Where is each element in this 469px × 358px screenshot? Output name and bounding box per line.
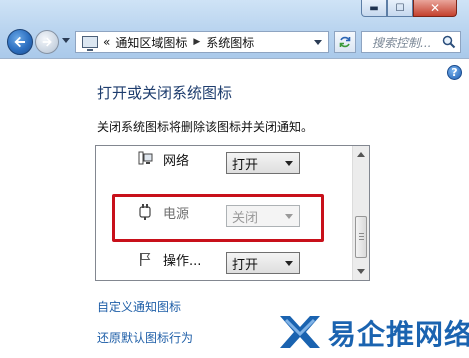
- network-behavior-select[interactable]: 打开: [226, 152, 300, 174]
- select-value: 打开: [232, 257, 259, 273]
- customize-notification-icons-link[interactable]: 自定义通知图标: [97, 298, 181, 315]
- help-icon[interactable]: ?: [447, 65, 462, 80]
- search-icon[interactable]: [442, 35, 456, 49]
- address-bar[interactable]: « 通知区域图标 ▶ 系统图标: [75, 31, 329, 53]
- close-button[interactable]: ✕: [413, 0, 457, 17]
- minimize-button[interactable]: ▬: [361, 0, 387, 17]
- scroll-up-icon: [357, 152, 365, 157]
- back-button[interactable]: [7, 29, 33, 55]
- scroll-down-icon: [357, 269, 365, 274]
- caption-buttons: ▬ ☐ ✕: [361, 0, 457, 18]
- forward-button[interactable]: [35, 30, 59, 54]
- control-panel-window: ▬ ☐ ✕ « 通知区域图标 ▶ 系统图标 搜索控制... ? 打开或关闭系统图…: [0, 0, 469, 358]
- action-center-flag-icon: [140, 253, 151, 266]
- breadcrumb-notification-area-icons[interactable]: 通知区域图标: [115, 34, 187, 51]
- title-bar: ▬ ☐ ✕ « 通知区域图标 ▶ 系统图标 搜索控制...: [0, 0, 469, 58]
- refresh-button[interactable]: [334, 31, 356, 53]
- scroll-up-button[interactable]: [353, 146, 369, 162]
- chevron-down-icon: [285, 261, 293, 266]
- list-row-label: 操作...: [163, 254, 202, 269]
- forward-arrow-icon: [42, 37, 52, 47]
- page-description: 关闭系统图标将删除该图标并关闭通知。: [97, 120, 314, 134]
- minimize-icon: ▬: [369, 2, 379, 14]
- chevron-down-icon: [285, 161, 293, 166]
- breadcrumb-separator-icon[interactable]: ▶: [193, 37, 200, 47]
- network-icon: [138, 151, 153, 165]
- control-panel-icon: [82, 36, 98, 51]
- close-icon: ✕: [429, 1, 441, 15]
- highlight-annotation-box: [112, 194, 324, 242]
- restore-default-icon-behaviors-link[interactable]: 还原默认图标行为: [97, 329, 193, 346]
- page-title: 打开或关闭系统图标: [97, 84, 233, 102]
- refresh-icon: [339, 36, 351, 48]
- action-center-behavior-select[interactable]: 打开: [226, 252, 300, 274]
- watermark: 易企推网络: [276, 308, 469, 356]
- breadcrumb-system-icons[interactable]: 系统图标: [206, 34, 254, 51]
- search-box[interactable]: 搜索控制...: [361, 31, 461, 53]
- scrollbar-thumb[interactable]: [355, 216, 367, 258]
- select-value: 打开: [232, 157, 259, 173]
- list-row-label: 网络: [163, 154, 190, 169]
- breadcrumb-overflow[interactable]: «: [103, 35, 110, 49]
- list-scrollbar[interactable]: [352, 146, 369, 280]
- search-placeholder: 搜索控制...: [372, 35, 432, 50]
- maximize-button[interactable]: ☐: [387, 0, 413, 17]
- list-row-network: 网络 打开: [96, 146, 354, 182]
- address-dropdown-icon[interactable]: [314, 40, 322, 45]
- maximize-icon: ☐: [395, 2, 405, 14]
- watermark-text: 易企推网络: [328, 318, 469, 351]
- scroll-down-button[interactable]: [353, 264, 369, 280]
- recent-pages-dropdown[interactable]: [62, 38, 70, 43]
- back-arrow-icon: [14, 36, 25, 48]
- watermark-logo-icon: [280, 316, 320, 348]
- scrollbar-grip-icon: [359, 233, 364, 234]
- list-row-action-center: 操作... 打开: [96, 242, 354, 280]
